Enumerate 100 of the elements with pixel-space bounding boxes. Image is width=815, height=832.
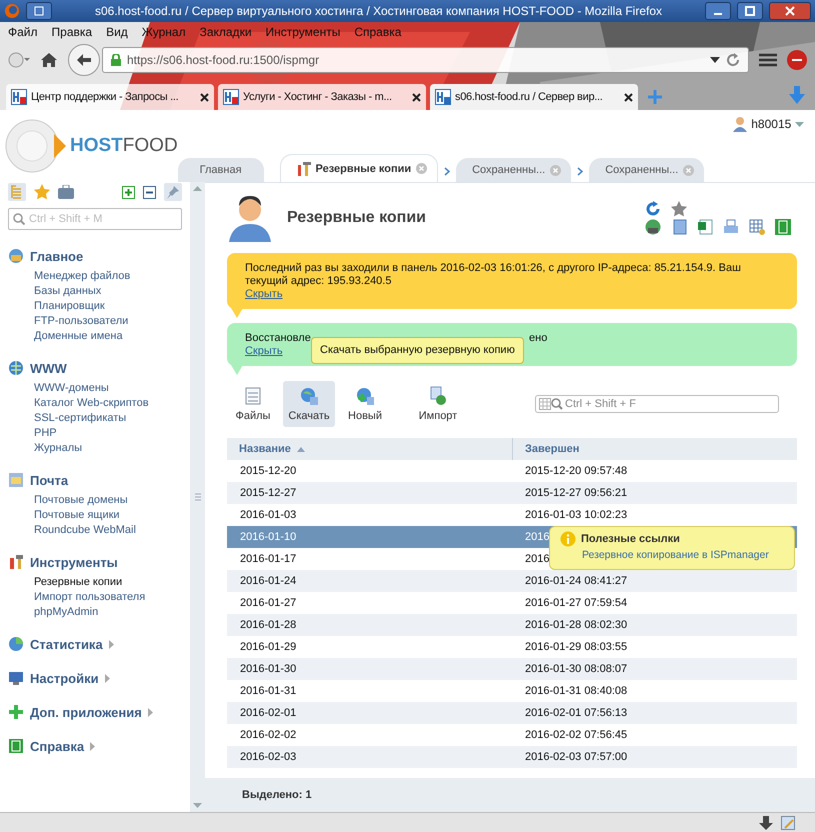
briefcase-icon[interactable]	[58, 185, 74, 199]
refresh-icon[interactable]	[645, 201, 661, 217]
table-cell[interactable]: 2015-12-27	[240, 487, 296, 499]
page-tab[interactable]: Сохраненны...	[589, 158, 704, 182]
star-icon[interactable]	[34, 184, 50, 200]
table-settings-icon[interactable]	[749, 219, 765, 235]
expand-arrow-icon[interactable]	[148, 708, 153, 716]
table-cell[interactable]: 2016-01-30	[240, 663, 296, 675]
page-tab[interactable]: Резервные копии	[280, 154, 438, 182]
site-icon	[223, 89, 239, 105]
excel-icon[interactable]	[697, 219, 713, 235]
menu-link[interactable]: FTP-пользователи	[34, 315, 182, 327]
page-tab[interactable]: Главная	[178, 158, 264, 182]
menu-link[interactable]: PHP	[34, 427, 182, 439]
collapse-all-icon[interactable]	[143, 186, 156, 198]
globe-icon[interactable]	[645, 219, 661, 235]
firefox-icon[interactable]	[4, 3, 20, 19]
table-cell[interactable]: 2016-01-24	[240, 575, 296, 587]
expand-arrow-icon[interactable]	[104, 674, 110, 682]
table-cell[interactable]: 2016-02-03	[240, 751, 296, 763]
close-button[interactable]	[769, 2, 811, 20]
table-cell[interactable]: 2016-01-03	[240, 509, 296, 521]
home-icon[interactable]	[40, 52, 58, 68]
table-cell[interactable]: 2016-02-02	[240, 729, 296, 741]
table-cell[interactable]: 2016-01-17	[240, 553, 296, 565]
table-cell[interactable]: 2015-12-20	[240, 465, 296, 477]
browser-tab[interactable]: Услуги - Хостинг - Заказы - m...	[218, 84, 426, 110]
copy-icon[interactable]	[671, 219, 687, 235]
print-icon[interactable]	[723, 219, 739, 235]
expand-arrow-icon[interactable]	[108, 640, 114, 648]
menu-item[interactable]: Вид	[106, 25, 128, 39]
menu-link[interactable]: Каталог Web-скриптов	[34, 397, 182, 409]
section-title[interactable]: Статистика	[30, 636, 103, 652]
section-title[interactable]: Доп. приложения	[30, 704, 142, 720]
minimize-button[interactable]	[705, 2, 731, 20]
toolbar-button[interactable]: Импорт	[409, 381, 467, 427]
menu-link[interactable]: Планировщик	[34, 300, 182, 312]
hide-link[interactable]: Скрыть	[245, 288, 283, 301]
close-icon[interactable]	[200, 92, 209, 102]
menu-link[interactable]: WWW-домены	[34, 382, 182, 394]
maximize-button[interactable]	[737, 2, 763, 20]
splitter-grip-icon[interactable]	[194, 493, 200, 501]
menu-item[interactable]: Правка	[52, 25, 92, 39]
section-title[interactable]: Главное	[30, 248, 84, 264]
hide-link[interactable]: Скрыть	[245, 345, 283, 358]
menu-link[interactable]: Почтовые домены	[34, 494, 182, 506]
browser-tab[interactable]: Центр поддержки - Запросы ...	[6, 84, 214, 110]
download-icon[interactable]	[759, 816, 773, 830]
star-icon[interactable]	[671, 201, 687, 217]
expand-all-icon[interactable]	[122, 186, 135, 198]
window-menu-button[interactable]	[26, 2, 52, 20]
edit-icon[interactable]	[781, 816, 795, 830]
scroll-down-icon[interactable]	[193, 803, 202, 808]
menu-link[interactable]: SSL-сертификаты	[34, 412, 182, 424]
close-icon[interactable]	[412, 92, 421, 102]
menu-link[interactable]: Резервные копии	[34, 576, 182, 588]
browser-tab[interactable]: s06.host-food.ru / Сервер вир...	[430, 84, 638, 110]
menu-item[interactable]: Справка	[354, 25, 402, 39]
menu-link[interactable]: Журналы	[34, 442, 182, 454]
table-cell[interactable]: 2016-01-29	[240, 641, 296, 653]
menu-item[interactable]: Закладки	[200, 25, 252, 39]
help-link[interactable]: Резервное копирование в ISPmanager	[582, 549, 769, 561]
menu-item[interactable]: Инструменты	[266, 25, 340, 39]
menu-link[interactable]: Менеджер файлов	[34, 270, 182, 282]
table-cell[interactable]: 2016-01-31	[240, 685, 296, 697]
table-cell[interactable]: 2016-02-01	[240, 707, 296, 719]
close-icon[interactable]	[624, 92, 633, 102]
user-menu[interactable]: h80015	[733, 116, 804, 132]
filter-field[interactable]: Ctrl + Shift + F	[535, 395, 779, 413]
menu-link[interactable]: Roundcube WebMail	[34, 524, 182, 536]
address-bar[interactable]: https://s06.host-food.ru:1500/ispmgr	[102, 47, 749, 73]
expand-arrow-icon[interactable]	[90, 742, 96, 750]
history-icon[interactable]	[8, 52, 30, 68]
reload-icon[interactable]	[726, 53, 740, 67]
menu-link[interactable]: Доменные имена	[34, 330, 182, 342]
table-cell[interactable]: 2016-01-27	[240, 597, 296, 609]
section-title[interactable]: Почта	[30, 472, 68, 488]
menu-link[interactable]: Импорт пользователя	[34, 591, 182, 603]
section-title[interactable]: Инструменты	[30, 554, 118, 570]
menu-item[interactable]: Файл	[8, 25, 38, 39]
dropdown-icon[interactable]	[710, 57, 720, 63]
toolbar-button[interactable]: Файлы	[227, 381, 279, 427]
toolbar-button[interactable]: Скачать	[283, 381, 335, 427]
pin-button[interactable]	[164, 183, 182, 201]
menu-icon[interactable]	[759, 53, 777, 67]
table-cell[interactable]: 2016-01-28	[240, 619, 296, 631]
section-title[interactable]: WWW	[30, 360, 67, 376]
scroll-up-icon[interactable]	[193, 186, 202, 191]
page-tab[interactable]: Сохраненны...	[456, 158, 572, 182]
help-icon[interactable]	[775, 219, 791, 235]
selection-count: Выделено: 1	[242, 789, 312, 801]
section-title[interactable]: Справка	[30, 738, 84, 754]
section-icon	[8, 704, 24, 720]
column-header[interactable]: Название	[227, 438, 512, 460]
menu-link[interactable]: Почтовые ящики	[34, 509, 182, 521]
menu-link[interactable]: Базы данных	[34, 285, 182, 297]
menu-link[interactable]: phpMyAdmin	[34, 606, 182, 618]
column-header[interactable]: Завершен	[512, 438, 797, 460]
toolbar-button[interactable]: Новый	[339, 381, 391, 427]
section-title[interactable]: Настройки	[30, 670, 99, 686]
